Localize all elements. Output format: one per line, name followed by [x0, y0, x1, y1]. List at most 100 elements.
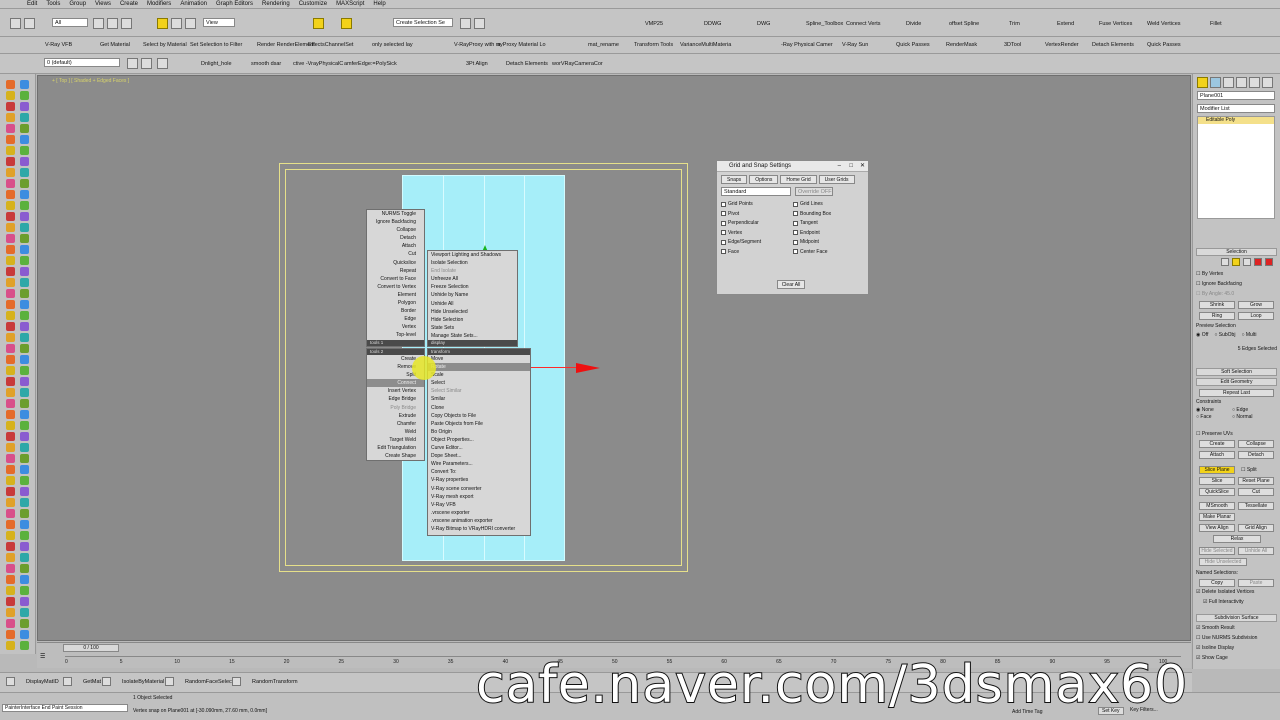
- script-tool-icon[interactable]: [20, 355, 29, 364]
- viewport-label[interactable]: + [ Top ] [ Shaded + Edged Faces ]: [52, 78, 129, 84]
- toolbar-button[interactable]: Fuse Vertices: [1099, 21, 1132, 27]
- layer-toolbar-button[interactable]: ctive -VrayPhysicalC: [293, 61, 343, 67]
- border-level-icon[interactable]: [1243, 258, 1251, 266]
- utilities-tab-icon[interactable]: [1262, 77, 1273, 88]
- delete-isolated-checkbox[interactable]: ☑ Delete Isolated Vertices: [1196, 589, 1277, 595]
- preserve-uvs-checkbox[interactable]: ☐ Preserve UVs: [1196, 431, 1277, 437]
- quad-menu-item[interactable]: Rotate: [428, 363, 530, 372]
- snap-checkbox[interactable]: [721, 201, 726, 207]
- relax-button[interactable]: Relax: [1213, 535, 1261, 543]
- script-tool-icon[interactable]: [6, 289, 15, 298]
- menu-help[interactable]: Help: [373, 1, 385, 7]
- script-tool-icon[interactable]: [20, 564, 29, 573]
- quad-menu-item[interactable]: Convert to Vertex: [367, 283, 424, 291]
- script-tool-icon[interactable]: [20, 465, 29, 474]
- script-tool-icon[interactable]: [20, 278, 29, 287]
- quad-menu-item[interactable]: Target Weld: [367, 436, 424, 444]
- script-tool-icon[interactable]: [20, 487, 29, 496]
- script-tool-icon[interactable]: [20, 300, 29, 309]
- snap-option[interactable]: Bounding Box: [793, 211, 831, 217]
- snaps-toggle-icon[interactable]: [313, 18, 324, 29]
- snap-checkbox[interactable]: [793, 211, 798, 216]
- script-tool-icon[interactable]: [20, 311, 29, 320]
- new-layer-icon[interactable]: [141, 58, 152, 69]
- ring-button[interactable]: Ring: [1199, 312, 1235, 320]
- motion-tab-icon[interactable]: [1236, 77, 1247, 88]
- custom-toolbar-button[interactable]: Transform Tools: [634, 42, 673, 48]
- modifier-stack-item[interactable]: Editable Poly: [1198, 117, 1274, 124]
- detach-button[interactable]: Detach: [1238, 451, 1274, 459]
- script-tool-icon[interactable]: [20, 608, 29, 617]
- modifier-stack[interactable]: Editable Poly: [1197, 116, 1275, 219]
- snap-option[interactable]: Perpendicular: [721, 220, 759, 226]
- script-tool-icon[interactable]: [20, 619, 29, 628]
- custom-toolbar-button[interactable]: 3DTool: [1004, 42, 1021, 48]
- script-tool-icon[interactable]: [20, 410, 29, 419]
- quad-menu-item[interactable]: Top-level: [367, 331, 424, 339]
- script-tool-icon[interactable]: [20, 520, 29, 529]
- script-tool-button[interactable]: IsolateByMaterial: [122, 679, 164, 685]
- script-tool-icon[interactable]: [20, 476, 29, 485]
- script-tool-icon[interactable]: [20, 377, 29, 386]
- script-tool-icon[interactable]: [6, 278, 15, 287]
- snap-option[interactable]: Grid Points: [721, 201, 753, 207]
- quad-menu-item[interactable]: Weld: [367, 428, 424, 436]
- quad-menu-item[interactable]: Poly Bridge: [367, 404, 424, 412]
- custom-toolbar-button[interactable]: only selected lay: [372, 42, 413, 48]
- script-tool-icon[interactable]: [20, 542, 29, 551]
- selection-filter-dropdown[interactable]: All: [52, 18, 88, 27]
- script-tool-icon[interactable]: [6, 190, 15, 199]
- constraint-radio[interactable]: ○ Face: [1196, 414, 1224, 420]
- tab-snaps[interactable]: Snaps: [721, 175, 748, 184]
- toolbar-button[interactable]: Trim: [1009, 21, 1020, 27]
- viewport-top[interactable]: + [ Top ] [ Shaded + Edged Faces ] NURMS…: [37, 75, 1191, 641]
- script-tool-icon[interactable]: [20, 201, 29, 210]
- quad-menu-item[interactable]: Element: [367, 291, 424, 299]
- script-tool-icon[interactable]: [6, 322, 15, 331]
- smooth-result-checkbox[interactable]: ☑ Smooth Result: [1196, 625, 1277, 631]
- quad-menu-item[interactable]: Isolate Selection: [428, 259, 517, 267]
- script-tool-icon[interactable]: [20, 344, 29, 353]
- quad-menu-item[interactable]: Chamfer: [367, 420, 424, 428]
- script-tool-icon[interactable]: [6, 146, 15, 155]
- custom-toolbar-button[interactable]: EffectsChannelSet: [308, 42, 353, 48]
- quad-menu-item[interactable]: Collapse: [367, 226, 424, 234]
- snap-checkbox[interactable]: [721, 230, 726, 235]
- script-tool-icon[interactable]: [6, 201, 15, 210]
- layer-toolbar-button[interactable]: smooth dsar: [251, 61, 281, 67]
- script-tool-icon[interactable]: [6, 102, 15, 111]
- script-tool-icon[interactable]: [6, 366, 15, 375]
- script-tool-icon[interactable]: [20, 443, 29, 452]
- quad-menu-item[interactable]: Hide Unselected: [428, 308, 517, 316]
- constraint-radio[interactable]: ◉ None: [1196, 407, 1224, 413]
- select-scale-icon[interactable]: [185, 18, 196, 29]
- script-tool-icon[interactable]: [6, 487, 15, 496]
- script-tool-icon[interactable]: [20, 157, 29, 166]
- quad-menu-item[interactable]: Ignore Backfacing: [367, 218, 424, 226]
- layer-toolbar-button[interactable]: Dnlight_hole: [201, 61, 232, 67]
- script-tool-icon[interactable]: [6, 608, 15, 617]
- script-tool-icon[interactable]: [20, 289, 29, 298]
- script-tool-icon[interactable]: [20, 575, 29, 584]
- quad-menu-item[interactable]: Move: [428, 355, 530, 363]
- maximize-icon[interactable]: □: [849, 161, 853, 172]
- quad-menu-item[interactable]: Scale: [428, 371, 530, 379]
- toolbar-button[interactable]: VMP25: [645, 21, 663, 27]
- quad-menu-item[interactable]: Paste Objects from File: [428, 420, 530, 428]
- quad-menu-item[interactable]: .vrscene exporter: [428, 509, 530, 517]
- script-tool-icon[interactable]: [20, 179, 29, 188]
- script-tool-icon[interactable]: [20, 498, 29, 507]
- script-tool-icon[interactable]: [6, 135, 15, 144]
- script-tool-icon[interactable]: [6, 377, 15, 386]
- select-rotate-icon[interactable]: [171, 18, 182, 29]
- snap-checkbox[interactable]: [793, 230, 798, 235]
- toolbar-button[interactable]: Connect Verts: [846, 21, 881, 27]
- quad-menu-item[interactable]: V-Ray mesh export: [428, 493, 530, 501]
- select-by-name-icon[interactable]: [107, 18, 118, 29]
- tab-user-grids[interactable]: User Grids: [818, 175, 855, 184]
- script-tool-icon[interactable]: [6, 234, 15, 243]
- script-tool-icon[interactable]: [6, 509, 15, 518]
- menu-modifiers[interactable]: Modifiers: [147, 1, 171, 7]
- menu-views[interactable]: Views: [95, 1, 111, 7]
- custom-toolbar-button[interactable]: Select by Material: [143, 42, 187, 48]
